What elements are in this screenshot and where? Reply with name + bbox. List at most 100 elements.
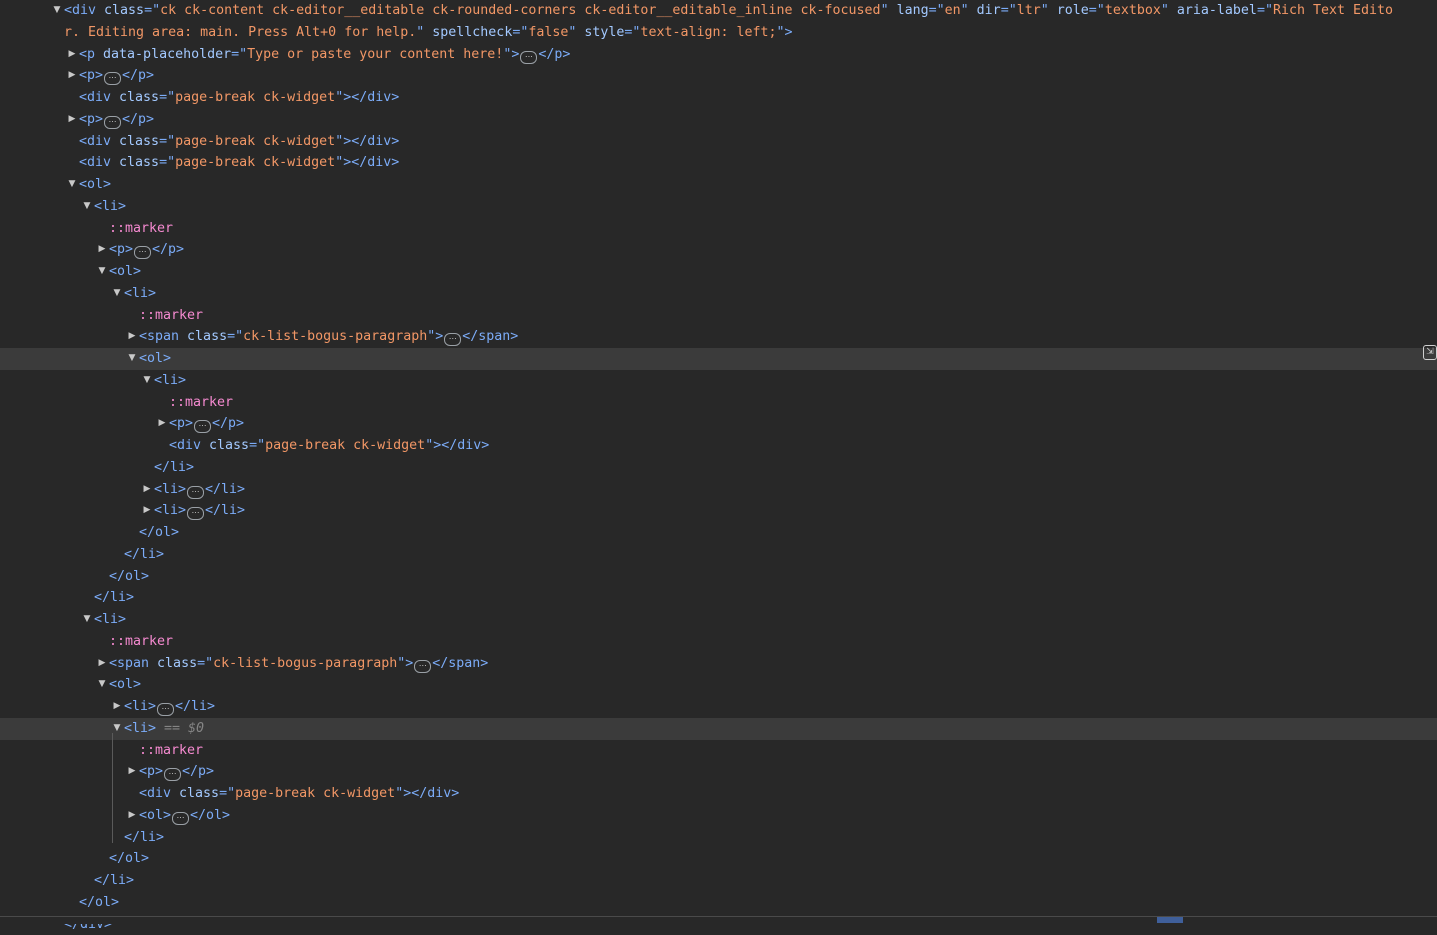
dom-node-row[interactable]: <span class="ck-list-bogus-paragraph">⋯<… (0, 326, 1437, 348)
tag-token: </li> (94, 590, 134, 605)
collapsed-content-button[interactable]: ⋯ (194, 420, 211, 433)
dom-node-row[interactable]: <div class="ck ck-content ck-editor__edi… (0, 0, 1437, 22)
tag-token: </li> (124, 547, 164, 562)
expanded-triangle-icon[interactable] (82, 609, 92, 631)
dom-node-row[interactable]: </ol> (0, 566, 1437, 588)
attr-name: class (119, 134, 159, 149)
tag-token: <span (139, 329, 187, 344)
dom-node-row[interactable]: <li> (0, 196, 1437, 218)
collapsed-triangle-icon[interactable] (127, 805, 137, 827)
collapsed-triangle-icon[interactable] (142, 500, 152, 522)
expanded-triangle-icon[interactable] (112, 718, 122, 740)
expanded-triangle-icon[interactable] (67, 174, 77, 196)
dom-node-row[interactable]: <ol> (0, 174, 1437, 196)
dom-node-row[interactable]: <span class="ck-list-bogus-paragraph">⋯<… (0, 653, 1437, 675)
dom-node-row[interactable]: <ol> (0, 261, 1437, 283)
dom-node-row[interactable]: </li> (0, 457, 1437, 479)
tag-token: <span (109, 656, 157, 671)
attr-value: page-break ck-widget (175, 90, 335, 105)
dom-node-row[interactable]: <div class="page-break ck-widget"></div> (0, 783, 1437, 805)
expanded-triangle-icon[interactable] (142, 370, 152, 392)
dom-node-row[interactable]: <li> (0, 370, 1437, 392)
collapsed-triangle-icon[interactable] (112, 696, 122, 718)
tag-token: </li> (205, 503, 245, 518)
tag-token: "> (427, 329, 443, 344)
collapsed-content-button[interactable]: ⋯ (134, 246, 151, 259)
dom-node-row[interactable]: <li> (0, 609, 1437, 631)
tag-token: =" (159, 90, 175, 105)
collapsed-triangle-icon[interactable] (127, 326, 137, 348)
dom-node-row[interactable]: <p>⋯</p> (0, 239, 1437, 261)
tag-token: <p> (79, 68, 103, 83)
collapsed-content-button[interactable]: ⋯ (520, 51, 537, 64)
collapsed-content-button[interactable]: ⋯ (104, 116, 121, 129)
expanded-triangle-icon[interactable] (97, 674, 107, 696)
dom-node-row[interactable]: <div class="page-break ck-widget"></div> (0, 131, 1437, 153)
dom-node-row[interactable]: r. Editing area: main. Press Alt+0 for h… (0, 22, 1437, 44)
expanded-triangle-icon[interactable] (82, 196, 92, 218)
collapsed-triangle-icon[interactable] (67, 44, 77, 66)
dom-node-row[interactable]: <li>⋯</li> (0, 696, 1437, 718)
tag-token: "> (397, 656, 413, 671)
dom-node-row[interactable]: <p>⋯</p> (0, 761, 1437, 783)
collapsed-triangle-icon[interactable] (67, 109, 77, 131)
dom-node-row[interactable]: <p>⋯</p> (0, 65, 1437, 87)
dom-node-row[interactable]: <li> == $0 (0, 718, 1437, 740)
screenshot-node-icon[interactable]: ⇲ (1423, 345, 1437, 360)
expanded-triangle-icon[interactable] (127, 348, 137, 370)
collapsed-triangle-icon[interactable] (142, 479, 152, 501)
dom-node-row[interactable]: </ol> (0, 848, 1437, 870)
dom-node-row[interactable]: ::marker (0, 740, 1437, 762)
collapsed-content-button[interactable]: ⋯ (172, 812, 189, 825)
dom-node-row[interactable]: ::marker (0, 305, 1437, 327)
tag-token: </ol> (79, 895, 119, 910)
dom-node-row[interactable]: <p>⋯</p> (0, 109, 1437, 131)
collapsed-triangle-icon[interactable] (97, 653, 107, 675)
collapsed-triangle-icon[interactable] (67, 65, 77, 87)
dom-node-row[interactable]: <ol> (0, 348, 1437, 370)
expanded-triangle-icon[interactable] (112, 283, 122, 305)
dom-node-row[interactable]: </li> (0, 587, 1437, 609)
collapsed-content-button[interactable]: ⋯ (414, 660, 431, 673)
attr-value: ltr (1017, 3, 1041, 18)
collapsed-triangle-icon[interactable] (97, 239, 107, 261)
collapsed-triangle-icon[interactable] (157, 413, 167, 435)
tag-token: "></div> (335, 155, 399, 170)
dom-node-row[interactable]: </li> (0, 870, 1437, 892)
dom-node-row[interactable]: <ol> (0, 674, 1437, 696)
dom-node-row[interactable]: </ol> (0, 892, 1437, 914)
collapsed-content-button[interactable]: ⋯ (444, 333, 461, 346)
dom-node-row[interactable]: <p data-placeholder="Type or paste your … (0, 44, 1437, 66)
tag-token: =" (1089, 3, 1105, 18)
expanded-triangle-icon[interactable] (97, 261, 107, 283)
tag-token: <li> (124, 699, 156, 714)
collapsed-content-button[interactable]: ⋯ (187, 507, 204, 520)
collapsed-content-button[interactable]: ⋯ (164, 768, 181, 781)
pseudo-element: ::marker (139, 308, 203, 323)
collapsed-triangle-icon[interactable] (127, 761, 137, 783)
dom-node-row[interactable]: <p>⋯</p> (0, 413, 1437, 435)
dom-node-row[interactable]: </li> (0, 544, 1437, 566)
collapsed-content-button[interactable]: ⋯ (187, 486, 204, 499)
dom-node-row[interactable]: </ol> (0, 522, 1437, 544)
dom-node-row[interactable]: <li> (0, 283, 1437, 305)
breadcrumb-active-segment[interactable] (1157, 917, 1183, 923)
tag-token: </ol> (109, 569, 149, 584)
tag-token: " (881, 3, 897, 18)
tag-token: <ol> (139, 808, 171, 823)
dom-node-row[interactable]: <div class="page-break ck-widget"></div> (0, 152, 1437, 174)
dom-node-row[interactable]: <li>⋯</li> (0, 500, 1437, 522)
dom-node-row[interactable]: <div class="page-break ck-widget"></div> (0, 87, 1437, 109)
dom-node-row[interactable]: ::marker (0, 392, 1437, 414)
dom-node-row[interactable]: <li>⋯</li> (0, 479, 1437, 501)
expanded-triangle-icon[interactable] (52, 0, 62, 22)
collapsed-content-button[interactable]: ⋯ (157, 703, 174, 716)
dom-node-row[interactable]: </li> (0, 827, 1437, 849)
dom-node-row[interactable]: <div class="page-break ck-widget"></div> (0, 435, 1437, 457)
dom-node-row[interactable]: ::marker (0, 631, 1437, 653)
tag-token: <div (139, 786, 179, 801)
collapsed-content-button[interactable]: ⋯ (104, 72, 121, 85)
dom-node-row[interactable]: <ol>⋯</ol> (0, 805, 1437, 827)
tag-token: <ol> (109, 677, 141, 692)
dom-node-row[interactable]: ::marker (0, 218, 1437, 240)
